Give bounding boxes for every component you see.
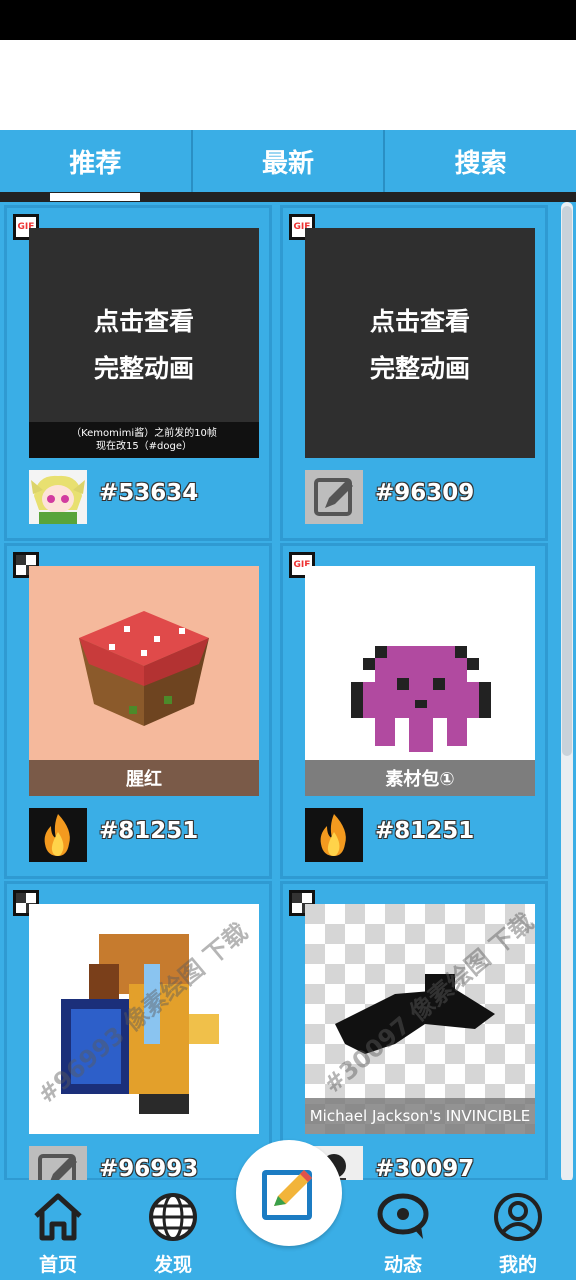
scrollbar-thumb[interactable] <box>562 206 572 756</box>
artwork-thumbnail[interactable]: #30097 像素绘图 下载 Michael Jackson's INVINCI… <box>305 904 535 1134</box>
artwork-title: 腥红 <box>29 760 259 796</box>
create-button[interactable] <box>236 1140 342 1246</box>
tab-indicator <box>50 193 140 201</box>
thumb-caption: （Kemomimi酱）之前发的10帧 现在改15（#doge） <box>29 422 259 458</box>
artwork-card[interactable]: GIF 素材包① #81251 <box>280 543 548 879</box>
artwork-id[interactable]: #96993 <box>99 1156 198 1182</box>
fire-avatar[interactable] <box>305 808 363 862</box>
artwork-card[interactable]: GIF 点击查看 完整动画 #96309 <box>280 205 548 541</box>
artwork-id[interactable]: #30097 <box>375 1156 474 1182</box>
artwork-thumbnail[interactable]: #96993 像素绘图 下载 <box>29 904 259 1134</box>
user-icon <box>494 1193 542 1241</box>
artwork-card[interactable]: #96993 像素绘图 下载 #96993 <box>4 881 272 1200</box>
tab-latest[interactable]: 最新 <box>193 130 386 192</box>
artwork-title: 素材包① <box>305 760 535 796</box>
artwork-id[interactable]: #81251 <box>99 818 198 844</box>
artwork-id[interactable]: #96309 <box>375 480 474 506</box>
thumb-text: 点击查看 完整动画 <box>93 307 194 383</box>
globe-icon <box>149 1193 197 1241</box>
chat-icon <box>377 1193 429 1239</box>
nav-home[interactable]: 首页 <box>18 1192 98 1277</box>
home-icon <box>34 1193 82 1241</box>
anime-girl-avatar[interactable] <box>29 470 87 524</box>
tab-search[interactable]: 搜索 <box>385 130 576 192</box>
artwork-thumbnail[interactable]: 素材包① <box>305 566 535 796</box>
nav-discover[interactable]: 发现 <box>133 1192 213 1277</box>
tab-recommended[interactable]: 推荐 <box>0 130 193 192</box>
artwork-thumbnail[interactable]: 点击查看 完整动画 （Kemomimi酱）之前发的10帧 现在改15（#doge… <box>29 228 259 458</box>
header-area <box>0 40 576 130</box>
artwork-thumbnail[interactable]: 点击查看 完整动画 <box>305 228 535 458</box>
fire-avatar[interactable] <box>29 808 87 862</box>
status-bar <box>0 0 576 40</box>
top-tabs: 推荐 最新 搜索 <box>0 130 576 192</box>
artwork-thumbnail[interactable]: 腥红 <box>29 566 259 796</box>
thumb-text: 点击查看 完整动画 <box>369 307 470 383</box>
artwork-id[interactable]: #53634 <box>99 480 198 506</box>
artwork-card[interactable]: #30097 像素绘图 下载 Michael Jackson's INVINCI… <box>280 881 548 1200</box>
edit-icon <box>262 1170 312 1220</box>
nav-activity[interactable]: 动态 <box>363 1192 443 1277</box>
artwork-title: Michael Jackson's INVINCIBLE <box>305 1098 535 1134</box>
artwork-card[interactable]: 腥红 #81251 <box>4 543 272 879</box>
nav-profile[interactable]: 我的 <box>478 1192 558 1277</box>
pencil-avatar[interactable] <box>305 470 363 524</box>
artwork-id[interactable]: #81251 <box>375 818 474 844</box>
artwork-card[interactable]: GIF 点击查看 完整动画 （Kemomimi酱）之前发的10帧 现在改15（#… <box>4 205 272 541</box>
